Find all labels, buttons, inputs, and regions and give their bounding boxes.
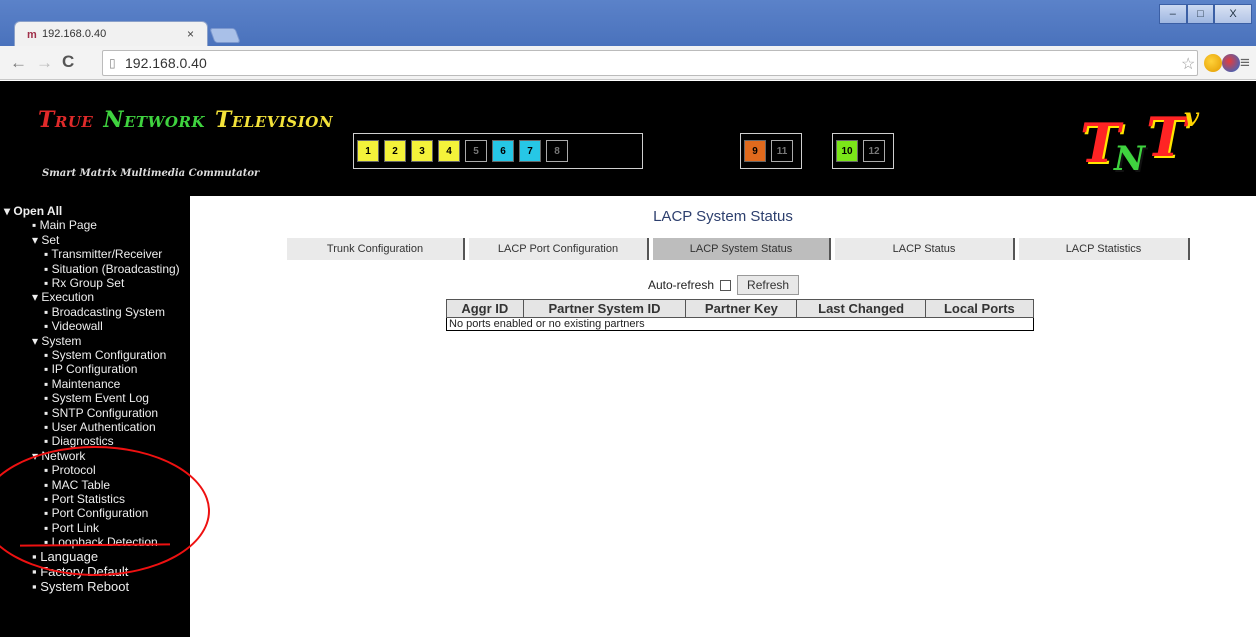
sidebar-item[interactable]: ▪ User Authentication [44,420,156,434]
sidebar-item[interactable]: ▪ Rx Group Set [44,276,124,290]
port-group: 10 12 [832,133,894,169]
sidebar-item[interactable]: ▪ Transmitter/Receiver [44,247,162,261]
port-group: 12345678 [353,133,643,169]
brand-word: NETWORK [103,107,205,133]
sidebar-item[interactable]: ▪ IP Configuration [44,362,137,376]
back-icon[interactable]: ← [10,53,27,73]
auto-refresh-label: Auto-refresh [648,278,715,292]
tagline: Smart Matrix Multimedia Commutator [42,168,260,179]
refresh-button[interactable]: Refresh [737,275,800,295]
sidebar-item[interactable]: ▾ Network [32,449,85,463]
column-header: Partner Key [685,299,798,318]
url-text: 192.168.0.40 [125,55,207,71]
tab-lacp-status[interactable]: LACP Status [835,238,1015,260]
auto-refresh-checkbox[interactable] [720,279,732,291]
sidebar-item[interactable]: ▪ Diagnostics [44,434,114,448]
empty-message: No ports enabled or no existing partners [449,318,645,330]
column-header: Last Changed [796,299,926,318]
browser-tab[interactable]: m 192.168.0.40 × [14,21,208,46]
sidebar-item[interactable]: ▾ Execution [32,290,94,304]
brand-word: TRUE [38,107,94,133]
tab-title: 192.168.0.40 [42,28,107,40]
sidebar-item[interactable]: ▪ Broadcasting System [44,305,165,319]
sidebar-item[interactable]: ▪ System Configuration [44,348,166,362]
port-group: 9 11 [740,133,802,169]
sidebar-item[interactable]: ▪ System Reboot [32,579,129,594]
extension-icon[interactable] [1204,54,1222,72]
table-row: No ports enabled or no existing partners [447,318,1034,331]
minimize-button[interactable]: – [1159,4,1187,24]
port-indicator[interactable]: 10 [836,140,858,162]
sidebar-item[interactable]: ▾ Open All [4,204,62,218]
menu-icon[interactable]: ≡ [1240,53,1250,73]
auto-refresh-row: Auto-refresh Refresh [648,275,800,295]
sidebar-item[interactable]: ▾ System [32,334,81,348]
tab-lacp-port-configuration[interactable]: LACP Port Configuration [469,238,649,260]
tab-close-icon[interactable]: × [187,27,194,41]
port-indicator[interactable]: 5 [465,140,487,162]
brand-word: TELEVISION [214,107,334,133]
sidebar-menu: ▾ Open All ▪ Main Page ▾ Set ▪ Transmitter/… [0,196,190,637]
new-tab-button[interactable] [209,28,241,43]
sidebar-item[interactable]: ▪ Port Configuration [44,506,148,520]
sidebar-item[interactable]: ▪ Port Statistics [44,492,125,506]
tab-bar: Trunk Configuration LACP Port Configurati… [287,238,1190,260]
port-indicator[interactable]: 12 [863,140,885,162]
tab-lacp-statistics[interactable]: LACP Statistics [1019,238,1190,260]
sidebar-item[interactable]: ▪ Port Link [44,521,99,535]
sidebar-item[interactable]: ▾ Set [32,233,59,247]
port-indicator[interactable]: 3 [411,140,433,162]
bookmark-star-icon[interactable]: ☆ [1181,54,1195,74]
sidebar-item[interactable]: ▪ System Event Log [44,391,149,405]
sidebar-item[interactable]: ▪ Situation (Broadcasting) [44,262,180,276]
port-indicator[interactable]: 8 [546,140,568,162]
sidebar-item[interactable]: ▪ Factory Default [32,564,128,579]
port-indicator[interactable]: 9 [744,140,766,162]
page-header: TRUE NETWORK TELEVISION Smart Matrix Multi… [0,81,1256,196]
sidebar-item[interactable]: ▪ SNTP Configuration [44,406,158,420]
page-title: LACP System Status [653,208,793,225]
lacp-system-table: Aggr ID Partner System ID Partner Key Last … [446,299,1035,331]
column-header: Aggr ID [446,299,524,318]
sidebar-item[interactable]: ▪ MAC Table [44,478,110,492]
sidebar-item[interactable]: ▪ Main Page [32,218,97,232]
column-header: Local Ports [924,299,1035,318]
port-indicator[interactable]: 1 [357,140,379,162]
sidebar-item[interactable]: ▪ Videowall [44,319,103,333]
sidebar-item[interactable]: ▪ Language [32,549,98,564]
extension-icon[interactable] [1222,54,1240,72]
port-indicator[interactable]: 2 [384,140,406,162]
port-indicator[interactable]: 11 [771,140,793,162]
maximize-button[interactable]: □ [1186,4,1215,24]
window-controls: – □ X [1159,4,1253,24]
sidebar-item[interactable]: ▪ Loopback Detection [44,535,158,549]
column-header: Partner System ID [522,299,687,318]
port-indicator[interactable]: 4 [438,140,460,162]
close-window-button[interactable]: X [1214,4,1253,24]
tab-lacp-system-status[interactable]: LACP System Status [653,238,831,260]
brand-logo-text: TRUE NETWORK TELEVISION [38,107,343,133]
port-indicator[interactable]: 6 [492,140,514,162]
table-header-row: Aggr ID Partner System ID Partner Key Last … [446,299,1035,318]
page-icon: ▯ [109,56,116,70]
tab-trunk-configuration[interactable]: Trunk Configuration [287,238,465,260]
reload-icon[interactable]: C [62,52,74,72]
sidebar-item[interactable]: ▪ Protocol [44,463,96,477]
favicon-icon: m [27,29,37,41]
address-bar[interactable]: ▯ 192.168.0.40 ☆ [102,50,1198,76]
sidebar-item[interactable]: ▪ Maintenance [44,377,120,391]
forward-icon[interactable]: → [36,53,53,73]
port-indicator[interactable]: 7 [519,140,541,162]
